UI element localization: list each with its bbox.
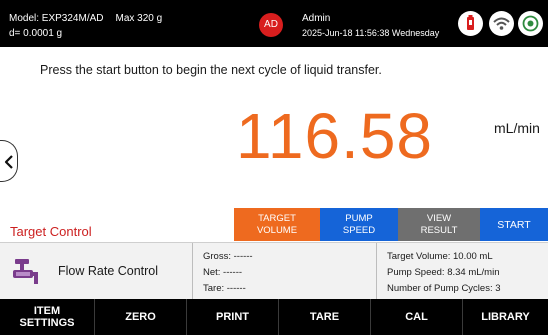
target-control-label: Target Control xyxy=(10,224,92,239)
model-label: Model: EXP324M/AD xyxy=(9,13,104,24)
chevron-left-icon xyxy=(4,155,13,169)
pump-speed-value: Pump Speed: 8.34 mL/min xyxy=(387,267,500,278)
zero-button[interactable]: ZERO xyxy=(95,299,187,335)
flow-rate-icon xyxy=(11,257,41,292)
balance-info: Model: EXP324M/AD Max 320 g d= 0.0001 g xyxy=(9,11,162,41)
weight-readouts: Gross: ------ Net: ------ Tare: ------ xyxy=(203,249,253,297)
item-settings-label: ITEM SETTINGS xyxy=(19,305,75,329)
flow-rate-reading: 116.58 xyxy=(236,100,433,172)
tare-value: Tare: ------ xyxy=(203,283,246,294)
max-capacity: Max 320 g xyxy=(115,13,163,24)
gross-value: Gross: ------ xyxy=(203,251,253,262)
instruction-text: Press the start button to begin the next… xyxy=(40,63,382,77)
mode-label: Flow Rate Control xyxy=(58,264,159,278)
pump-cycles-value: Number of Pump Cycles: 3 xyxy=(387,283,501,294)
library-label: LIBRARY xyxy=(481,311,530,323)
readability-label: d= 0.0001 g xyxy=(9,28,63,39)
target-volume-button[interactable]: TARGET VOLUME xyxy=(234,208,320,241)
start-label: START xyxy=(497,218,531,231)
cal-button[interactable]: CAL xyxy=(371,299,463,335)
avatar[interactable]: AD xyxy=(259,13,283,37)
target-icon[interactable] xyxy=(518,11,543,36)
panel-divider xyxy=(192,243,193,300)
usb-icon[interactable] xyxy=(458,11,483,36)
pump-speed-label: PUMP SPEED xyxy=(342,212,376,236)
wifi-icon[interactable] xyxy=(489,11,514,36)
info-panel: Flow Rate Control Gross: ------ Net: ---… xyxy=(0,242,548,300)
user-name: Admin xyxy=(302,13,331,24)
view-result-button[interactable]: VIEW RESULT xyxy=(398,208,480,241)
status-bar: Model: EXP324M/AD Max 320 g d= 0.0001 g A… xyxy=(0,0,548,47)
zero-label: ZERO xyxy=(125,311,156,323)
library-button[interactable]: LIBRARY xyxy=(463,299,548,335)
tare-label: TARE xyxy=(309,311,340,323)
target-volume-value: Target Volume: 10.00 mL xyxy=(387,251,493,262)
flow-rate-unit: mL/min xyxy=(494,120,540,136)
start-button[interactable]: START xyxy=(480,208,548,241)
item-settings-button[interactable]: ITEM SETTINGS xyxy=(0,299,95,335)
tare-button[interactable]: TARE xyxy=(279,299,371,335)
bottom-nav: ITEM SETTINGS ZERO PRINT TARE CAL LIBRAR… xyxy=(0,299,548,335)
transfer-summary: Target Volume: 10.00 mL Pump Speed: 8.34… xyxy=(387,249,501,297)
target-volume-label: TARGET VOLUME xyxy=(256,212,298,236)
view-result-label: VIEW RESULT xyxy=(420,212,458,236)
date-time: 2025-Jun-18 11:56:38 Wednesday xyxy=(302,28,440,38)
user-info: Admin 2025-Jun-18 11:56:38 Wednesday xyxy=(302,11,439,41)
pump-speed-button[interactable]: PUMP SPEED xyxy=(320,208,398,241)
print-label: PRINT xyxy=(216,311,249,323)
cal-label: CAL xyxy=(405,311,428,323)
print-button[interactable]: PRINT xyxy=(187,299,279,335)
panel-divider xyxy=(376,243,377,300)
net-value: Net: ------ xyxy=(203,267,243,278)
back-tab[interactable] xyxy=(0,140,18,182)
